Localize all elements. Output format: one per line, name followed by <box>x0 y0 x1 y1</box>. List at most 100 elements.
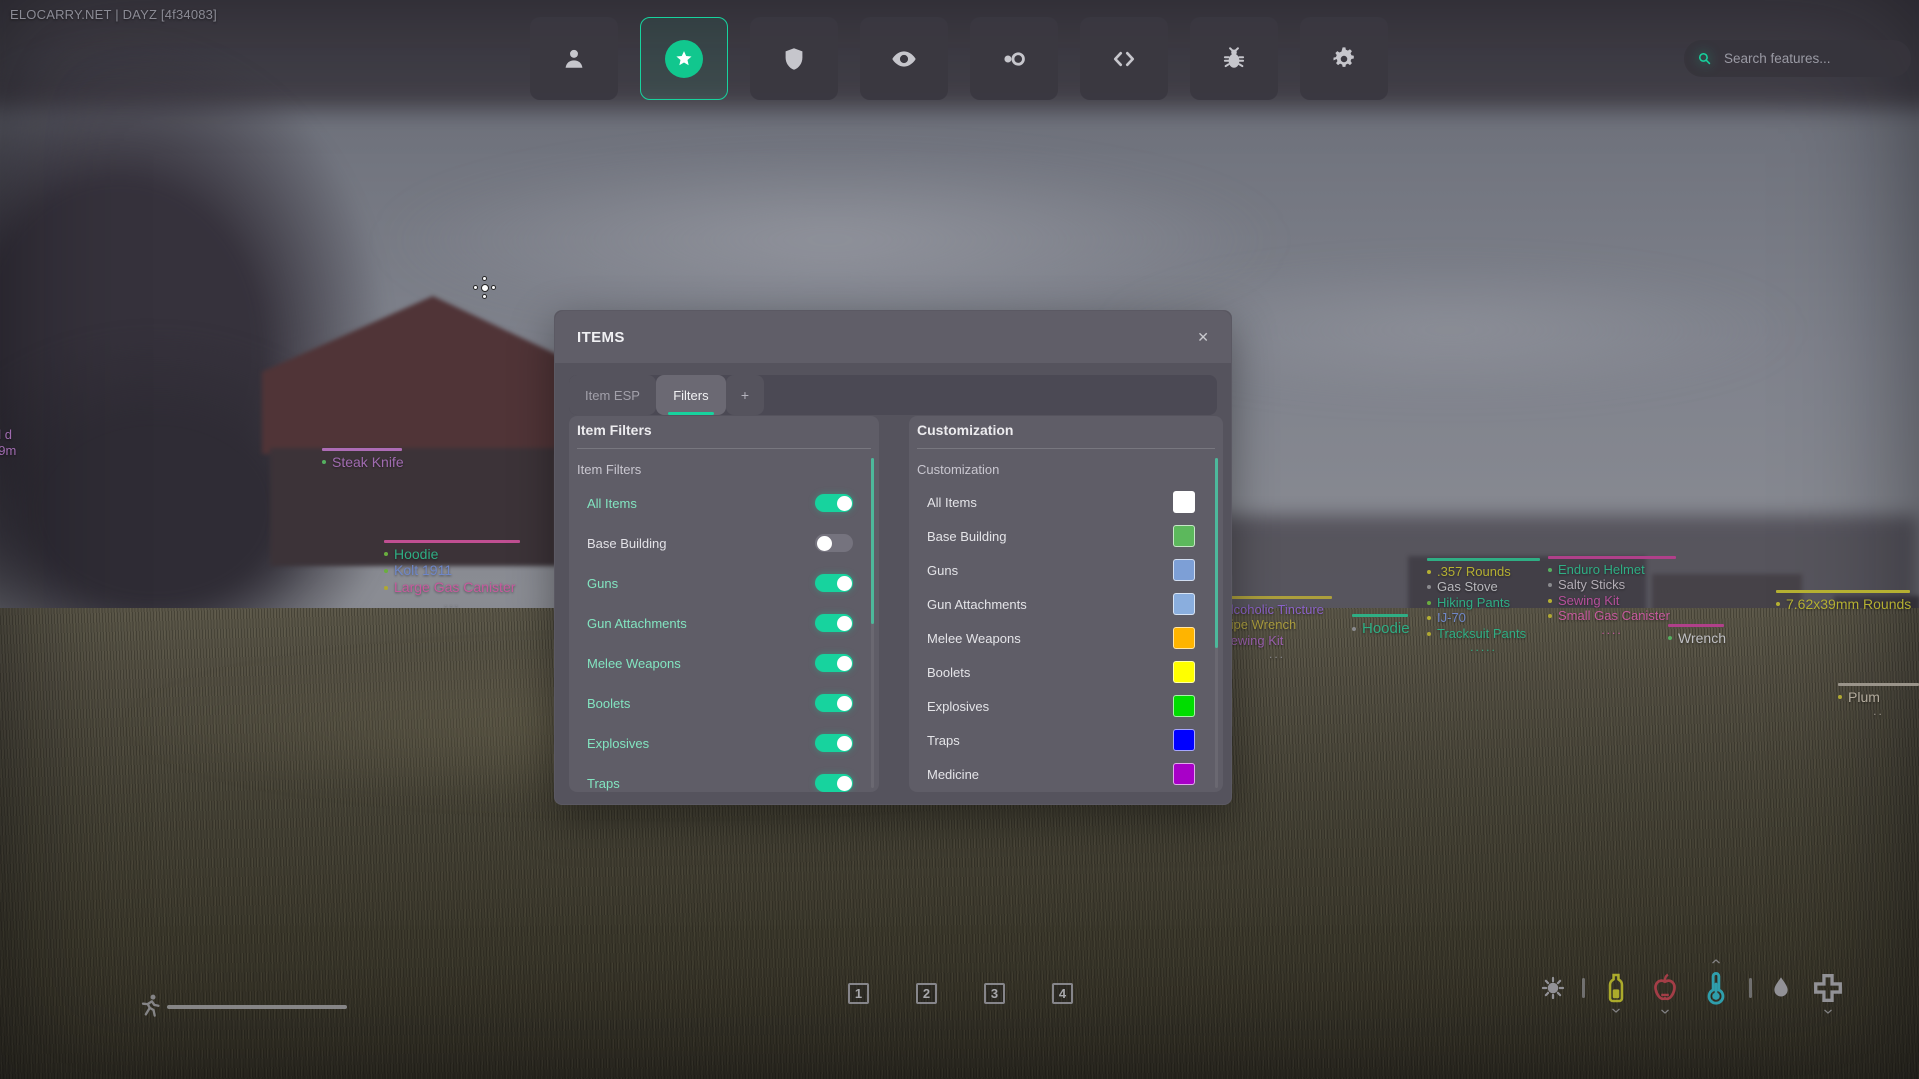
esp-cluster: Alcoholic TincturePipe WrenchSewing Kit.… <box>1222 596 1332 659</box>
customization-row: Medicine <box>909 757 1223 791</box>
esp-item-label: Hoodie <box>1352 621 1410 638</box>
window-header[interactable]: ITEMS ✕ <box>555 311 1231 363</box>
filter-label: Gun Attachments <box>587 616 815 631</box>
esp-item-dot <box>1548 568 1552 572</box>
active-tab-badge <box>665 40 703 78</box>
gear-icon <box>1330 45 1358 73</box>
esp-item-label: Sewing Kit <box>1222 634 1332 649</box>
esp-cluster: Plum.. <box>1838 683 1919 716</box>
esp-item-dot <box>1352 627 1356 631</box>
topbar-button-gear[interactable] <box>1300 17 1388 100</box>
esp-more-indicator: ... <box>1222 649 1332 659</box>
esp-more-indicator: .. <box>1838 706 1919 716</box>
customization-row: Boolets <box>909 655 1223 689</box>
toggle-guns[interactable] <box>815 574 853 592</box>
esp-item-dot <box>1548 583 1552 587</box>
crosshair <box>474 277 495 298</box>
color-swatch-all-items[interactable] <box>1173 491 1195 513</box>
customization-row: Base Building <box>909 519 1223 553</box>
esp-cluster: Hoodie <box>1352 614 1410 638</box>
esp-item-dot <box>384 586 388 590</box>
color-swatch-traps[interactable] <box>1173 729 1195 751</box>
esp-item-label: Gas Stove <box>1427 580 1540 595</box>
esp-item-label: 7.62x39mm Rounds <box>1776 597 1911 613</box>
section-label: Customization <box>917 462 999 477</box>
esp-item-label: Wrench <box>1668 631 1726 647</box>
topbar-button-person[interactable] <box>530 17 618 100</box>
esp-box-line <box>1838 683 1919 686</box>
window-tab-add[interactable]: + <box>726 375 764 415</box>
customization-rows: All ItemsBase BuildingGunsGun Attachment… <box>909 485 1223 792</box>
filter-label: All Items <box>587 496 815 511</box>
esp-item-dot <box>1548 614 1552 618</box>
esp-more-indicator: .... <box>1548 625 1676 635</box>
esp-item-dot <box>1427 601 1431 605</box>
color-swatch-melee-weapons[interactable] <box>1173 627 1195 649</box>
esp-item-dot <box>1776 602 1780 606</box>
watermark: ELOCARRY.NET | DAYZ [4f34083] <box>10 7 217 22</box>
color-swatch-base-building[interactable] <box>1173 525 1195 547</box>
filter-row: Gun Attachments <box>569 603 879 643</box>
esp-item-label: IJ-70 <box>1427 611 1540 626</box>
esp-cluster: Wrench <box>1668 624 1726 647</box>
color-swatch-gun-attachments[interactable] <box>1173 593 1195 615</box>
customization-label: Medicine <box>927 767 1173 782</box>
filter-label: Melee Weapons <box>587 656 815 671</box>
color-swatch-boolets[interactable] <box>1173 661 1195 683</box>
eye-icon <box>890 45 918 73</box>
topbar-button-shield[interactable] <box>750 17 838 100</box>
customization-row: Melee Weapons <box>909 621 1223 655</box>
esp-item-label: Hiking Pants <box>1427 596 1540 611</box>
esp-cluster: HoodieKolt 1911Large Gas Canister... <box>384 540 520 607</box>
esp-cluster: Enduro HelmetSalty SticksSewing KitSmall… <box>1548 556 1676 635</box>
close-button[interactable]: ✕ <box>1197 330 1209 344</box>
esp-cluster: 7.62x39mm Rounds <box>1776 590 1911 613</box>
toggle-gun-attachments[interactable] <box>815 614 853 632</box>
search-input[interactable] <box>1722 50 1903 67</box>
topbar-button-eye[interactable] <box>860 17 948 100</box>
esp-cluster: .357 RoundsGas StoveHiking PantsIJ-70Tra… <box>1427 558 1540 652</box>
esp-item-label: Sewing Kit <box>1548 594 1676 609</box>
window-tab-item-esp[interactable]: Item ESP <box>569 375 656 415</box>
toggle-traps[interactable] <box>815 774 853 792</box>
customization-card: Customization Customization All ItemsBas… <box>909 416 1223 792</box>
scrollbar-thumb[interactable] <box>1215 458 1218 648</box>
filter-row: Boolets <box>569 683 879 723</box>
window-tabstrip: Item ESPFilters+ <box>569 375 1217 415</box>
toggle-explosives[interactable] <box>815 734 853 752</box>
toggle-all-items[interactable] <box>815 494 853 512</box>
color-swatch-guns[interactable] <box>1173 559 1195 581</box>
scrollbar-thumb[interactable] <box>871 458 874 624</box>
esp-item-dot <box>1427 632 1431 636</box>
esp-more-indicator: ..... <box>1427 642 1540 652</box>
bug-icon <box>1220 45 1248 73</box>
esp-item-label: Pipe Wrench <box>1222 618 1332 633</box>
toggle-melee-weapons[interactable] <box>815 654 853 672</box>
esp-item-label: Salty Sticks <box>1548 578 1676 593</box>
customization-label: Base Building <box>927 529 1173 544</box>
esp-box-line <box>1222 596 1332 599</box>
search-icon <box>1696 50 1713 67</box>
section-label: Item Filters <box>577 462 641 477</box>
color-swatch-medicine[interactable] <box>1173 763 1195 785</box>
filter-row: Guns <box>569 563 879 603</box>
toggle-boolets[interactable] <box>815 694 853 712</box>
divider <box>577 448 871 449</box>
filter-label: Explosives <box>587 736 815 751</box>
esp-item-dot <box>1427 570 1431 574</box>
window-tab-filters[interactable]: Filters <box>656 375 726 415</box>
color-swatch-explosives[interactable] <box>1173 695 1195 717</box>
esp-item-dot <box>1548 599 1552 603</box>
filter-label: Base Building <box>587 536 815 551</box>
toggle-base-building[interactable] <box>815 534 853 552</box>
filter-row: Explosives <box>569 723 879 763</box>
topbar-button-bug[interactable] <box>1190 17 1278 100</box>
esp-item-label: Steak Knife <box>322 455 404 471</box>
esp-item-label: Large Gas Canister <box>384 580 520 596</box>
search-bar <box>1684 40 1911 77</box>
esp-cluster: ld d69m <box>0 428 16 459</box>
topbar-button-code[interactable] <box>1080 17 1168 100</box>
esp-box-line <box>1427 558 1540 561</box>
topbar-button-record[interactable] <box>970 17 1058 100</box>
topbar-button-star[interactable] <box>640 17 728 100</box>
